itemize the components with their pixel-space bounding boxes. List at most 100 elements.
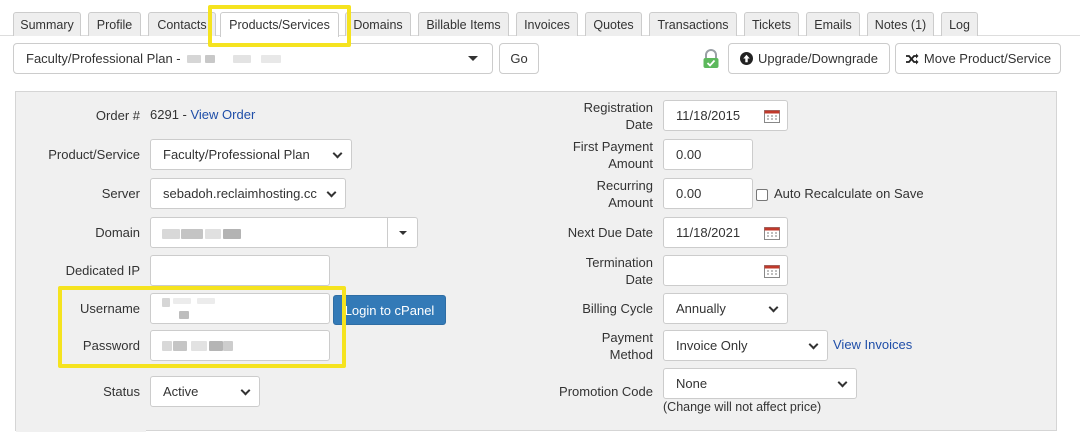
- redacted-text: [232, 54, 251, 63]
- tab-label: Domains: [353, 17, 403, 32]
- domain-dropdown-button[interactable]: [387, 217, 418, 248]
- server-label: Server: [101, 186, 140, 201]
- payment-method-select[interactable]: Invoice Only: [663, 330, 828, 361]
- billing-cycle-value: Annually: [676, 301, 726, 316]
- tab-products-services[interactable]: Products/Services: [220, 12, 339, 37]
- billing-cycle-label: Billing Cycle: [582, 301, 653, 316]
- password-input[interactable]: [150, 330, 330, 361]
- tab-contacts[interactable]: Contacts: [148, 12, 216, 36]
- calendar-icon: [764, 227, 780, 240]
- order-separator: -: [178, 107, 191, 122]
- product-service-value: Faculty/Professional Plan: [163, 147, 310, 162]
- termination-date-label: Termination Date: [533, 254, 653, 288]
- server-value: sebadoh.reclaimhosting.cc: [163, 186, 317, 201]
- tab-label: Log: [949, 17, 970, 32]
- chevron-down-icon: [332, 148, 343, 159]
- redacted-text: [186, 54, 201, 63]
- view-order-link[interactable]: View Order: [190, 107, 255, 122]
- dedicated-ip-input[interactable]: [150, 255, 330, 286]
- tab-billable-items[interactable]: Billable Items: [418, 12, 509, 36]
- redacted-text: [162, 229, 180, 239]
- registration-date-label-line2: Date: [625, 117, 653, 132]
- tab-label: Tickets: [751, 17, 792, 32]
- redacted-text: [223, 341, 233, 351]
- product-service-select[interactable]: Faculty/Professional Plan: [150, 139, 352, 170]
- product-service-selector[interactable]: Faculty/Professional Plan -: [13, 43, 493, 74]
- upgrade-downgrade-button[interactable]: Upgrade/Downgrade: [728, 43, 890, 74]
- product-service-label: Product/Service: [48, 147, 140, 162]
- redacted-text: [179, 311, 189, 319]
- first-payment-amount-label: First Payment Amount: [533, 138, 653, 172]
- tab-label: Notes (1): [874, 17, 927, 32]
- termination-date-input[interactable]: [663, 255, 788, 286]
- redacted-text: [204, 54, 215, 63]
- promotion-code-select[interactable]: None: [663, 368, 857, 399]
- promotion-code-note: (Change will not affect price): [663, 400, 822, 414]
- payment-method-label: Payment Method: [533, 329, 653, 363]
- status-value: Active: [163, 384, 199, 399]
- tab-notes[interactable]: Notes (1): [867, 12, 934, 36]
- next-due-date-input[interactable]: 11/18/2021: [663, 217, 788, 248]
- product-selector-value: Faculty/Professional Plan -: [26, 51, 181, 66]
- lock-icon: [703, 49, 719, 68]
- move-product-service-button[interactable]: Move Product/Service: [895, 43, 1061, 74]
- recurring-value: 0.00: [676, 186, 702, 201]
- server-select[interactable]: sebadoh.reclaimhosting.cc: [150, 178, 346, 209]
- recurring-amount-input[interactable]: 0.00: [663, 178, 753, 209]
- first-payment-amount-input[interactable]: 0.00: [663, 139, 753, 170]
- go-button[interactable]: Go: [499, 43, 539, 74]
- tab-label: Emails: [814, 17, 852, 32]
- next-due-date-value: 11/18/2021: [676, 225, 741, 240]
- redacted-text: [209, 341, 223, 351]
- redacted-text: [191, 341, 207, 351]
- upgrade-label: Upgrade/Downgrade: [758, 51, 878, 66]
- tab-domains[interactable]: Domains: [345, 12, 411, 36]
- order-number: 6291: [150, 107, 179, 122]
- password-label: Password: [82, 338, 140, 353]
- registration-date-value: 11/18/2015: [676, 108, 741, 123]
- registration-date-input[interactable]: 11/18/2015: [663, 100, 788, 131]
- redacted-text: [197, 298, 215, 304]
- promotion-code-label: Promotion Code: [559, 384, 653, 399]
- view-invoices-link[interactable]: View Invoices: [833, 337, 912, 352]
- termination-label-line2: Date: [625, 272, 653, 287]
- chevron-down-icon: [768, 302, 779, 313]
- tab-invoices[interactable]: Invoices: [516, 12, 578, 36]
- username-label: Username: [80, 301, 140, 316]
- promotion-code-value: None: [676, 376, 708, 391]
- domain-input[interactable]: [150, 217, 390, 248]
- redacted-text: [173, 298, 191, 304]
- caret-down-icon: [398, 230, 407, 235]
- tab-label: Products/Services: [229, 18, 330, 32]
- dedicated-ip-label: Dedicated IP: [65, 263, 140, 278]
- tab-profile[interactable]: Profile: [88, 12, 141, 36]
- tab-tickets[interactable]: Tickets: [744, 12, 799, 36]
- billing-cycle-select[interactable]: Annually: [663, 293, 788, 324]
- status-select[interactable]: Active: [150, 376, 260, 407]
- recurring-label-line1: Recurring: [596, 178, 653, 193]
- recurring-amount-label: Recurring Amount: [533, 177, 653, 211]
- tab-transactions[interactable]: Transactions: [649, 12, 737, 36]
- tab-summary[interactable]: Summary: [13, 12, 81, 36]
- arrow-up-circle-icon: [740, 52, 754, 65]
- recurring-label-line2: Amount: [608, 195, 653, 210]
- username-input[interactable]: [150, 293, 330, 324]
- chevron-down-icon: [326, 187, 337, 198]
- tab-label: Contacts: [157, 17, 207, 32]
- first-payment-value: 0.00: [676, 147, 702, 162]
- tab-log[interactable]: Log: [941, 12, 978, 36]
- status-label: Status: [103, 384, 140, 399]
- redacted-text: [181, 229, 203, 239]
- tab-emails[interactable]: Emails: [806, 12, 860, 36]
- payment-method-label-line2: Method: [609, 347, 653, 362]
- login-cpanel-button[interactable]: Login to cPanel: [333, 295, 446, 325]
- redacted-text: [162, 341, 172, 351]
- tab-label: Quotes: [593, 17, 634, 32]
- auto-recalculate-checkbox[interactable]: [756, 189, 768, 201]
- shuffle-icon: [905, 53, 919, 64]
- tab-quotes[interactable]: Quotes: [585, 12, 642, 36]
- chevron-down-icon: [808, 339, 819, 350]
- first-payment-label-line1: First Payment: [572, 139, 653, 154]
- order-value: 6291 - View Order: [150, 107, 255, 122]
- login-cpanel-label: Login to cPanel: [344, 302, 435, 318]
